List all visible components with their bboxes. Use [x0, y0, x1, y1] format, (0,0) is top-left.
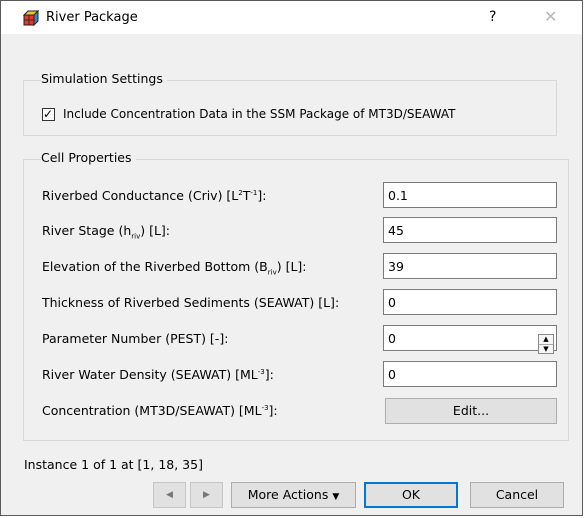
- next-instance-button[interactable]: ▶: [190, 482, 223, 508]
- riverbed-bottom-elevation-label: Elevation of the Riverbed Bottom (Briv) …: [42, 259, 307, 277]
- triangle-left-icon: ◀: [166, 490, 173, 500]
- close-button[interactable]: ✕: [544, 7, 557, 26]
- river-package-icon: [23, 10, 39, 26]
- parameter-number-label: Parameter Number (PEST) [-]:: [42, 331, 229, 346]
- label-sup: -3: [257, 367, 265, 376]
- spin-up-icon[interactable]: ▲: [539, 335, 553, 345]
- riverbed-bottom-elevation-input[interactable]: [383, 253, 557, 279]
- label-text: Concentration (MT3D/SEAWAT) [ML: [42, 403, 262, 418]
- label-sub: riv: [267, 268, 277, 277]
- label-text: Riverbed Conductance (Criv) [L: [42, 188, 239, 203]
- river-water-density-input[interactable]: [383, 361, 557, 387]
- riverbed-sediment-thickness-input[interactable]: [383, 289, 557, 315]
- cancel-button[interactable]: Cancel: [470, 482, 564, 508]
- label-text: Elevation of the Riverbed Bottom (B: [42, 259, 268, 274]
- title-bar[interactable]: River Package ? ✕: [1, 1, 582, 34]
- instance-status: Instance 1 of 1 at [1, 18, 35]: [24, 457, 203, 472]
- label-sup: -3: [261, 403, 269, 412]
- riverbed-sediment-thickness-label: Thickness of Riverbed Sediments (SEAWAT)…: [42, 295, 340, 310]
- river-stage-label: River Stage (hriv) [L]:: [42, 223, 170, 241]
- label-text: River Water Density (SEAWAT) [ML: [42, 367, 258, 382]
- include-concentration-label[interactable]: Include Concentration Data in the SSM Pa…: [63, 107, 455, 121]
- ok-button[interactable]: OK: [364, 482, 458, 508]
- spin-down-icon[interactable]: ▼: [539, 345, 553, 353]
- simulation-settings-title: Simulation Settings: [41, 71, 167, 86]
- label-sub: riv: [131, 232, 141, 241]
- river-water-density-label: River Water Density (SEAWAT) [ML-3]:: [42, 367, 274, 382]
- label-text: ]:: [268, 403, 278, 418]
- river-package-dialog: River Package ? ✕ Simulation Settings ✓ …: [0, 0, 583, 516]
- concentration-edit-button[interactable]: Edit...: [385, 398, 557, 424]
- label-text: ]:: [257, 188, 267, 203]
- more-actions-label: More Actions: [247, 487, 329, 502]
- window-title: River Package: [46, 10, 138, 25]
- label-text: River Stage (h: [42, 223, 132, 238]
- parameter-number-spinner[interactable]: ▲ ▼: [538, 334, 554, 354]
- label-text: ) [L]:: [276, 259, 307, 274]
- cell-properties-title: Cell Properties: [41, 150, 136, 165]
- triangle-right-icon: ▶: [203, 490, 210, 500]
- riverbed-conductance-label: Riverbed Conductance (Criv) [L2T-1]:: [42, 188, 266, 203]
- previous-instance-button[interactable]: ◀: [153, 482, 186, 508]
- river-stage-input[interactable]: [383, 217, 557, 243]
- dropdown-arrow-icon: ▼: [332, 492, 340, 502]
- help-button[interactable]: ?: [489, 9, 496, 25]
- label-text: ]:: [264, 367, 274, 382]
- concentration-label: Concentration (MT3D/SEAWAT) [ML-3]:: [42, 403, 278, 418]
- more-actions-button[interactable]: More Actions ▼: [231, 482, 356, 508]
- check-mark-icon: ✓: [43, 107, 54, 121]
- label-text: ) [L]:: [140, 223, 171, 238]
- riverbed-conductance-input[interactable]: [383, 182, 557, 208]
- include-concentration-checkbox[interactable]: ✓: [42, 107, 55, 121]
- parameter-number-input[interactable]: [383, 325, 557, 351]
